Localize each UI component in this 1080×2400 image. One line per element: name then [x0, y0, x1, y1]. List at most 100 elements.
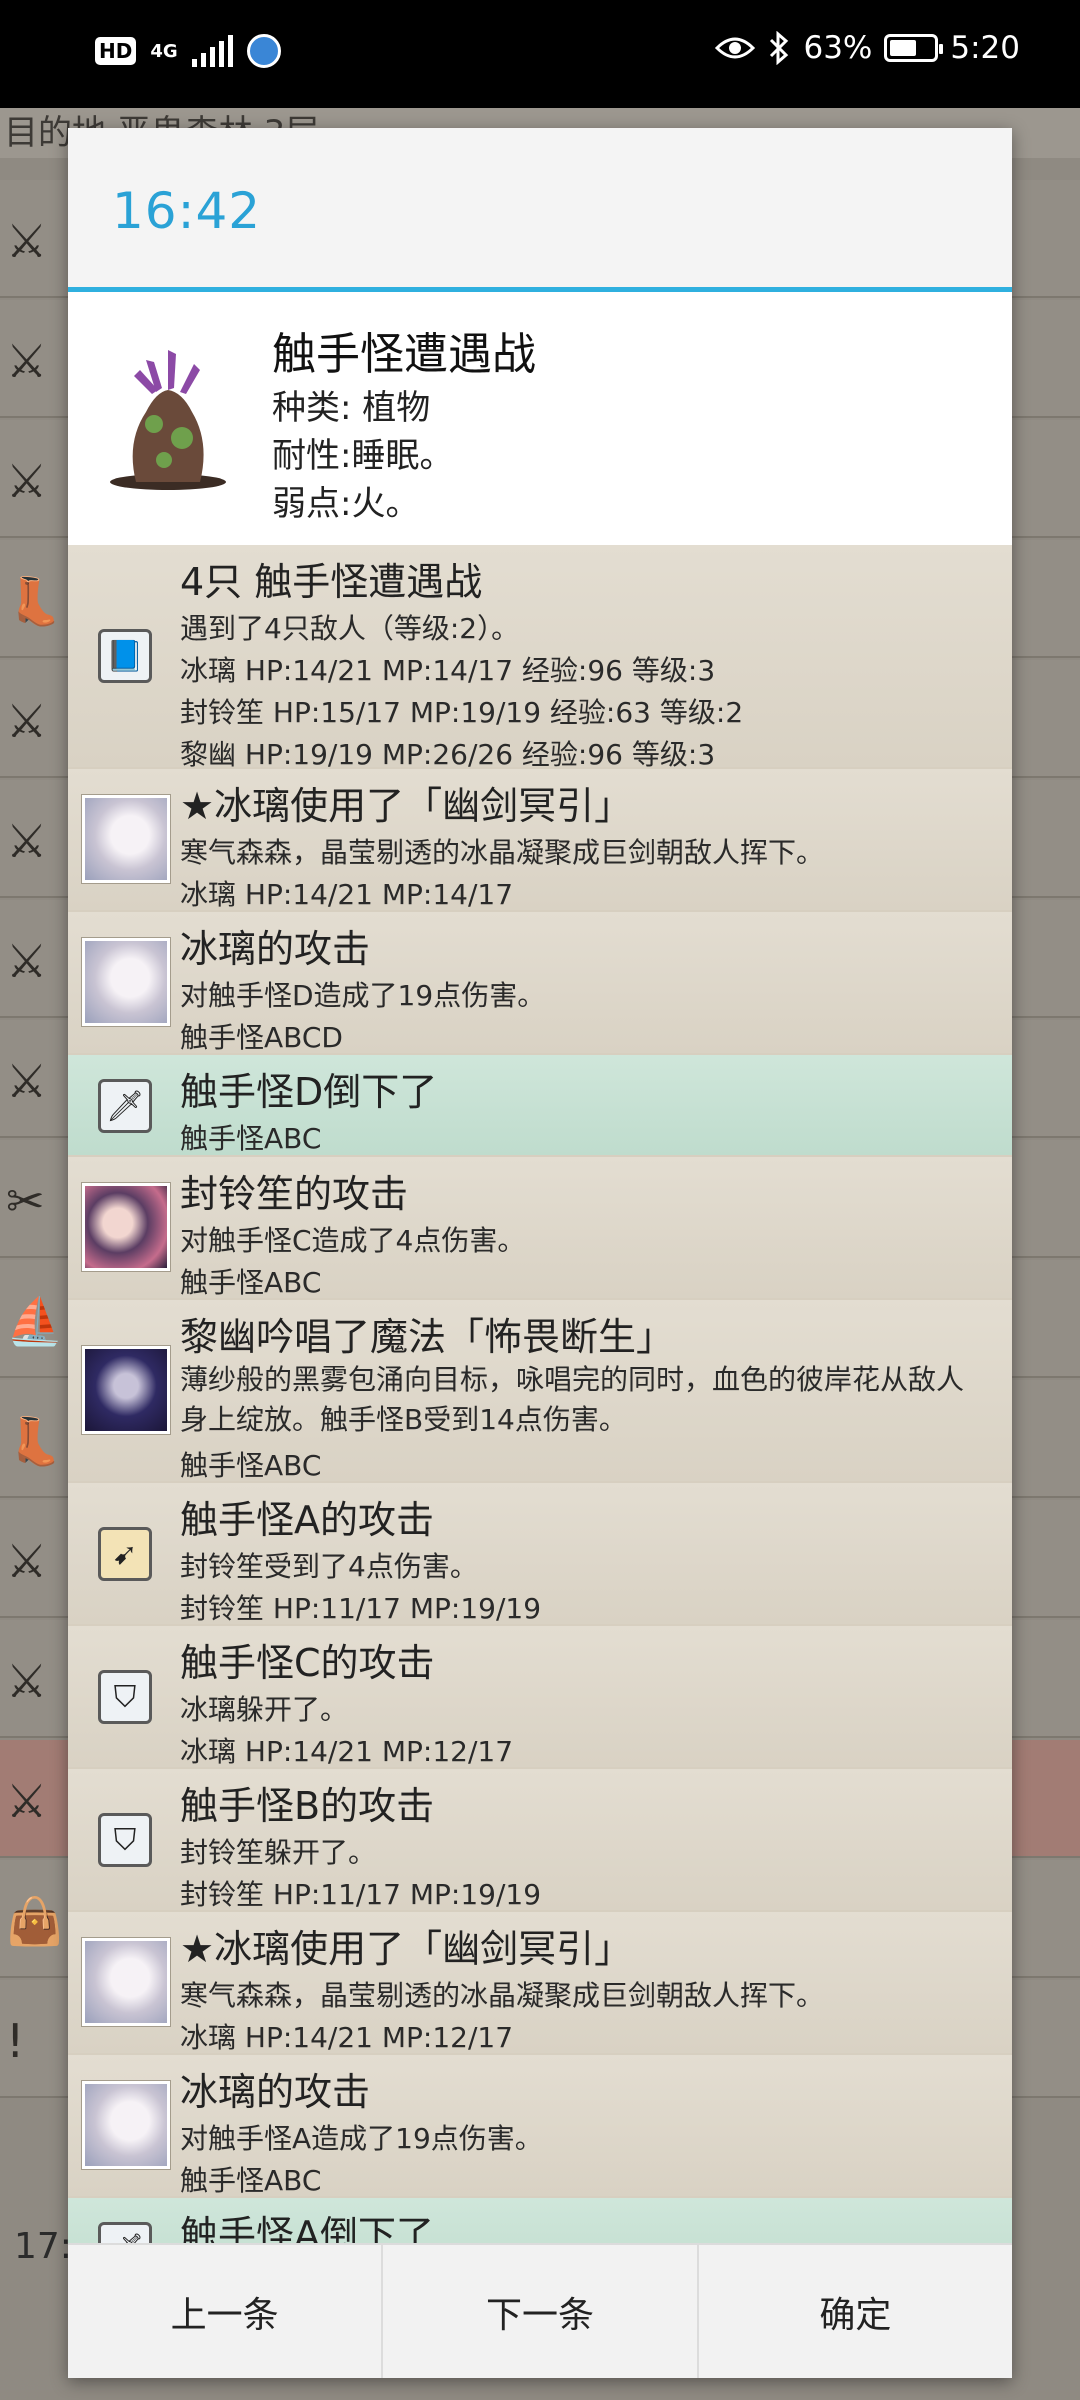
log-entry-line: 黎幽 HP:19/19 MP:26/26 经验:96 等级:3 [180, 738, 716, 771]
log-entry-line: 冰璃 HP:14/21 MP:14/17 [180, 878, 514, 911]
hd-badge: HD [95, 37, 137, 65]
log-entry: 冰璃的攻击 对触手怪A造成了19点伤害。 触手怪ABC [68, 2055, 1012, 2198]
battery-fill [890, 40, 917, 56]
shield-icon: ⛉ [98, 1670, 152, 1724]
dialog-time: 16:42 [112, 182, 262, 240]
sword-icon: ⚔ [6, 454, 48, 508]
log-entry-line: 寒气森森，晶莹剔透的冰晶凝聚成巨剑朝敌人挥下。 [180, 836, 825, 869]
log-entry-line: 对触手怪D造成了19点伤害。 [180, 979, 546, 1012]
log-entry-line: 触手怪ABC [180, 1449, 322, 1482]
status-bar: HD 4G 63% 5:20 [0, 0, 1080, 108]
shield-icon: ⛉ [98, 1813, 152, 1867]
tool-icon: ✂ [6, 1174, 45, 1228]
log-entry-line: 薄纱般的黑雾包涌向目标，咏唱完的同时，血色的彼岸花从敌人身上绽放。触手怪B受到1… [180, 1363, 965, 1436]
log-entry-line: 冰璃 HP:14/21 MP:12/17 [180, 1735, 514, 1768]
sword-icon: ⚔ [6, 334, 48, 388]
log-entry: 封铃笙的攻击 对触手怪C造成了4点伤害。 触手怪ABC [68, 1157, 1012, 1300]
ok-button[interactable]: 确定 [699, 2245, 1012, 2378]
network-type: 4G [150, 40, 178, 62]
sword-icon: ⚔ [6, 1054, 48, 1108]
battle-log-list[interactable]: 📘 4只 触手怪遭遇战 遇到了4只敌人（等级:2）。 冰璃 HP:14/21 M… [68, 545, 1012, 2243]
boot-icon: 👢 [6, 574, 64, 628]
eye-icon [715, 37, 756, 59]
log-entry-title: 触手怪A倒下了 [180, 2213, 434, 2243]
log-entry: 🗡 触手怪D倒下了 触手怪ABC [68, 1055, 1012, 1157]
bluetooth-icon [770, 31, 789, 65]
log-entry: 冰璃的攻击 对触手怪D造成了19点伤害。 触手怪ABCD [68, 912, 1012, 1055]
status-left: HD 4G [95, 34, 281, 68]
log-entry-line: 冰璃躲开了。 [180, 1693, 349, 1726]
browser-app-icon [246, 34, 281, 68]
battle-scroll-icon: 📘 [98, 629, 152, 683]
log-entry-title: 触手怪D倒下了 [180, 1070, 438, 1114]
bg-time: 17: [14, 2226, 72, 2267]
log-entry: ⛉ 触手怪C的攻击 冰璃躲开了。 冰璃 HP:14/21 MP:12/17 [68, 1626, 1012, 1769]
log-entry-title: ★冰璃使用了「幽剑冥引」 [180, 784, 633, 828]
log-entry-title: 黎幽吟唱了魔法「怖畏断生」 [180, 1315, 675, 1359]
sword-icon: 🗡 [98, 1079, 152, 1133]
binglir-portrait [82, 938, 170, 1026]
log-entry-line: 触手怪ABC [180, 2164, 322, 2197]
log-entry-line: 触手怪ABC [180, 1266, 322, 1299]
sword-icon: ⚔ [6, 814, 48, 868]
next-button[interactable]: 下一条 [383, 2245, 699, 2378]
prev-button[interactable]: 上一条 [68, 2245, 384, 2378]
log-entry-line: 封铃笙 HP:11/17 MP:19/19 [180, 1592, 542, 1625]
log-entry-line: 对触手怪C造成了4点伤害。 [180, 1224, 526, 1257]
sword-icon: ⚔ [6, 1774, 48, 1828]
log-entry-title: 触手怪C的攻击 [180, 1641, 435, 1685]
log-entry-line: 寒气森森，晶莹剔透的冰晶凝聚成巨剑朝敌人挥下。 [180, 1979, 825, 2012]
battle-log-dialog: 16:42 触手怪遭遇战 种类: 植物 耐性:睡眠。 弱点:火。 📘 4只 触手… [68, 128, 1012, 2378]
alert-icon: ! [6, 2014, 25, 2068]
log-entry: 📘 4只 触手怪遭遇战 遇到了4只敌人（等级:2）。 冰璃 HP:14/21 M… [68, 545, 1012, 771]
signal-icon [191, 35, 233, 67]
binglir-portrait [82, 795, 170, 883]
log-entry-title: 触手怪B的攻击 [180, 1784, 435, 1828]
battery-icon [884, 34, 944, 62]
battery-percent: 63% [803, 30, 873, 66]
log-entry-line: 遇到了4只敌人（等级:2）。 [180, 612, 520, 645]
log-entry-line: 封铃笙 HP:11/17 MP:19/19 [180, 1878, 542, 1911]
log-entry-title: 冰璃的攻击 [180, 2070, 371, 2114]
sword-icon: ⚔ [6, 694, 48, 748]
bag-icon: 👜 [6, 1894, 64, 1948]
sword-icon: ⚔ [6, 214, 48, 268]
binglir-portrait [82, 1938, 170, 2026]
log-entry-title: 冰璃的攻击 [180, 927, 371, 971]
monster-info: 触手怪遭遇战 种类: 植物 耐性:睡眠。 弱点:火。 [68, 292, 1012, 540]
log-entry: 🗡 触手怪A倒下了 [68, 2198, 1012, 2243]
hat-icon: ⛵ [6, 1294, 64, 1348]
log-entry-line: 冰璃 HP:14/21 MP:12/17 [180, 2021, 514, 2054]
sword-icon: 🗡 [98, 2222, 152, 2243]
sword-icon: ⚔ [6, 1654, 48, 1708]
monster-resistance: 耐性:睡眠。 [272, 436, 454, 476]
sword-icon: ⚔ [6, 1534, 48, 1588]
log-entry-title: 触手怪A的攻击 [180, 1498, 434, 1542]
clock: 5:20 [950, 30, 1020, 66]
log-entry: ★冰璃使用了「幽剑冥引」 寒气森森，晶莹剔透的冰晶凝聚成巨剑朝敌人挥下。 冰璃 … [68, 769, 1012, 912]
fenglingsheng-portrait [82, 1183, 170, 1271]
log-entry-line: 触手怪ABC [180, 1122, 322, 1155]
log-entry-title: ★冰璃使用了「幽剑冥引」 [180, 1927, 633, 1971]
dialog-header: 16:42 [68, 128, 1012, 292]
dialog-footer: 上一条 下一条 确定 [68, 2243, 1012, 2378]
sword-icon: ⚔ [6, 934, 48, 988]
log-entry-line: 对触手怪A造成了19点伤害。 [180, 2122, 543, 2155]
monster-name: 触手怪遭遇战 [272, 329, 536, 380]
log-entry-title: 封铃笙的攻击 [180, 1172, 409, 1216]
log-entry-line: 封铃笙躲开了。 [180, 1836, 377, 1869]
monster-type: 种类: 植物 [272, 388, 431, 428]
log-entry: ➹ 触手怪A的攻击 封铃笙受到了4点伤害。 封铃笙 HP:11/17 MP:19… [68, 1483, 1012, 1626]
log-entry-line: 封铃笙 HP:15/17 MP:19/19 经验:63 等级:2 [180, 696, 744, 729]
log-entry-line: 冰璃 HP:14/21 MP:14/17 经验:96 等级:3 [180, 654, 716, 687]
log-entry-title: 4只 触手怪遭遇战 [180, 560, 483, 604]
log-entry: 黎幽吟唱了魔法「怖畏断生」 薄纱般的黑雾包涌向目标，咏唱完的同时，血色的彼岸花从… [68, 1300, 1012, 1483]
tentacle-monster-sprite [110, 350, 226, 490]
hit-icon: ➹ [98, 1527, 152, 1581]
liyou-portrait [82, 1346, 170, 1434]
monster-weakness: 弱点:火。 [272, 484, 420, 524]
binglir-portrait [82, 2081, 170, 2169]
log-entry-line: 触手怪ABCD [180, 1021, 343, 1054]
status-right: 63% 5:20 [715, 30, 1020, 66]
boot-icon: 👢 [6, 1414, 64, 1468]
